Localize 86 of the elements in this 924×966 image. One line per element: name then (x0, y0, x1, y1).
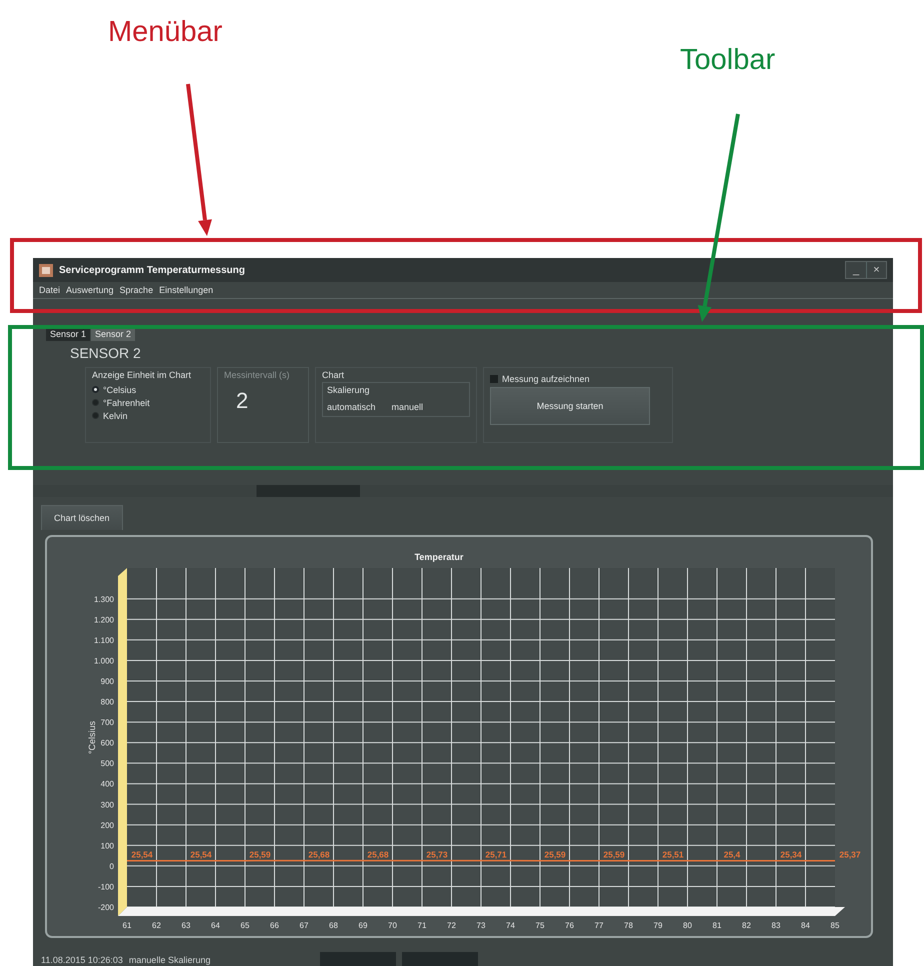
axis-tick-label: 800 (100, 698, 114, 707)
axis-tick-label: 78 (624, 921, 633, 930)
axis-tick-label: 64 (211, 921, 220, 930)
axis-tick-label: 900 (100, 677, 114, 686)
axis-tick-label: 500 (100, 759, 114, 768)
axis-tick-label: 79 (654, 921, 662, 930)
chart-title: Temperatur (414, 552, 464, 562)
data-label: 25,68 (308, 850, 330, 860)
axis-tick-label: 83 (772, 921, 780, 930)
axis-tick-label: 81 (712, 921, 722, 930)
axis-tick-label: 200 (100, 820, 114, 830)
annotation-label: Menübar (108, 18, 222, 47)
axis-tick-label: 0 (110, 862, 114, 871)
menu-item[interactable]: Datei (39, 285, 60, 295)
axis-tick-label: 1.200 (94, 615, 114, 624)
app-icon (39, 264, 53, 276)
axis-tick-label: 1.000 (94, 656, 114, 666)
data-label: 25,71 (485, 850, 507, 860)
axis-tick-label: 76 (565, 921, 574, 930)
menu-item[interactable]: Einstellungen (159, 285, 214, 295)
window-control[interactable]: _ (846, 262, 866, 278)
start-button[interactable]: Messung starten (490, 387, 650, 425)
axis-tick-label: 70 (388, 921, 397, 930)
y-axis-label: °Celsius (87, 720, 97, 754)
axis-tick-label: -100 (98, 882, 114, 892)
annotation-label: Toolbar (680, 46, 776, 75)
menu-item[interactable]: Auswertung (66, 285, 114, 295)
axis-tick-label: 75 (536, 921, 544, 930)
data-label: 25,59 (603, 850, 625, 860)
axis-tick-label: 77 (594, 921, 604, 930)
data-label: 25,54 (190, 850, 212, 860)
axis-tick-label: 74 (506, 921, 515, 930)
data-label: 25,68 (367, 850, 389, 860)
radio-label: °Fahrenheit (103, 398, 150, 408)
axis-tick-label: 69 (358, 921, 368, 930)
data-label: 25,37 (839, 850, 861, 860)
axis-tick-label: 300 (100, 800, 114, 810)
axis-tick-label: 80 (683, 921, 692, 930)
axis-tick-label: 84 (801, 921, 810, 930)
axis-tick-label: 400 (100, 780, 114, 789)
axis-tick-label: 85 (830, 921, 840, 930)
scaling-button[interactable]: manuell (392, 400, 424, 414)
axis-tick-label: 600 (100, 738, 114, 748)
interval-label: Messintervall (s) (224, 370, 290, 380)
axis-tick-label: 62 (152, 921, 161, 930)
window-control[interactable]: × (866, 262, 886, 278)
axis-tick-label: 72 (447, 921, 456, 930)
data-label: 25,54 (131, 850, 153, 860)
group-title: Anzeige Einheit im Chart (92, 370, 192, 380)
axis-tick-label: 73 (476, 921, 486, 930)
scaling-button[interactable]: automatisch (327, 400, 376, 414)
axis-tick-label: 82 (742, 921, 751, 930)
data-label: 25,59 (544, 850, 566, 860)
axis-tick-label: -200 (98, 903, 114, 912)
axis-tick-label: 68 (329, 921, 338, 930)
axis-tick-label: 63 (182, 921, 190, 930)
clear-chart-button[interactable]: Chart löschen (41, 505, 123, 530)
group-title: Skalierung (327, 385, 370, 395)
checkbox[interactable] (490, 375, 498, 383)
axis-tick-label: 700 (100, 718, 114, 728)
axis-tick-label: 100 (100, 841, 114, 850)
axis-tick-label: 71 (418, 921, 426, 930)
radio-button[interactable] (92, 386, 99, 393)
axis-tick-label: 65 (240, 921, 250, 930)
axis-tick-label: 1.300 (94, 594, 114, 604)
window-title: Serviceprogramm Temperaturmessung (59, 264, 246, 276)
axis-tick-label: 1.100 (94, 636, 114, 645)
axis-tick-label: 66 (270, 921, 279, 930)
data-label: 25,34 (780, 850, 802, 860)
menu-item[interactable]: Sprache (120, 285, 154, 295)
radio-label: °Celsius (103, 384, 136, 394)
data-label: 25,59 (249, 850, 271, 860)
sensor-heading: SENSOR 2 (70, 345, 142, 363)
axis-tick-label: 67 (300, 921, 308, 930)
status-timestamp: 11.08.2015 10:26:03 (41, 955, 123, 965)
radio-button[interactable] (92, 399, 99, 406)
interval-value: 2 (236, 388, 248, 414)
group-title: Chart (322, 370, 346, 380)
radio-button[interactable] (92, 412, 99, 419)
radio-label: Kelvin (103, 410, 128, 420)
status-message: manuelle Skalierung (128, 955, 210, 965)
data-label: 25,51 (662, 850, 684, 860)
axis-tick-label: 61 (122, 921, 132, 930)
checkbox-label: Messung aufzeichnen (502, 374, 590, 384)
data-label: 25,4 (724, 850, 740, 860)
data-label: 25,73 (426, 850, 448, 860)
